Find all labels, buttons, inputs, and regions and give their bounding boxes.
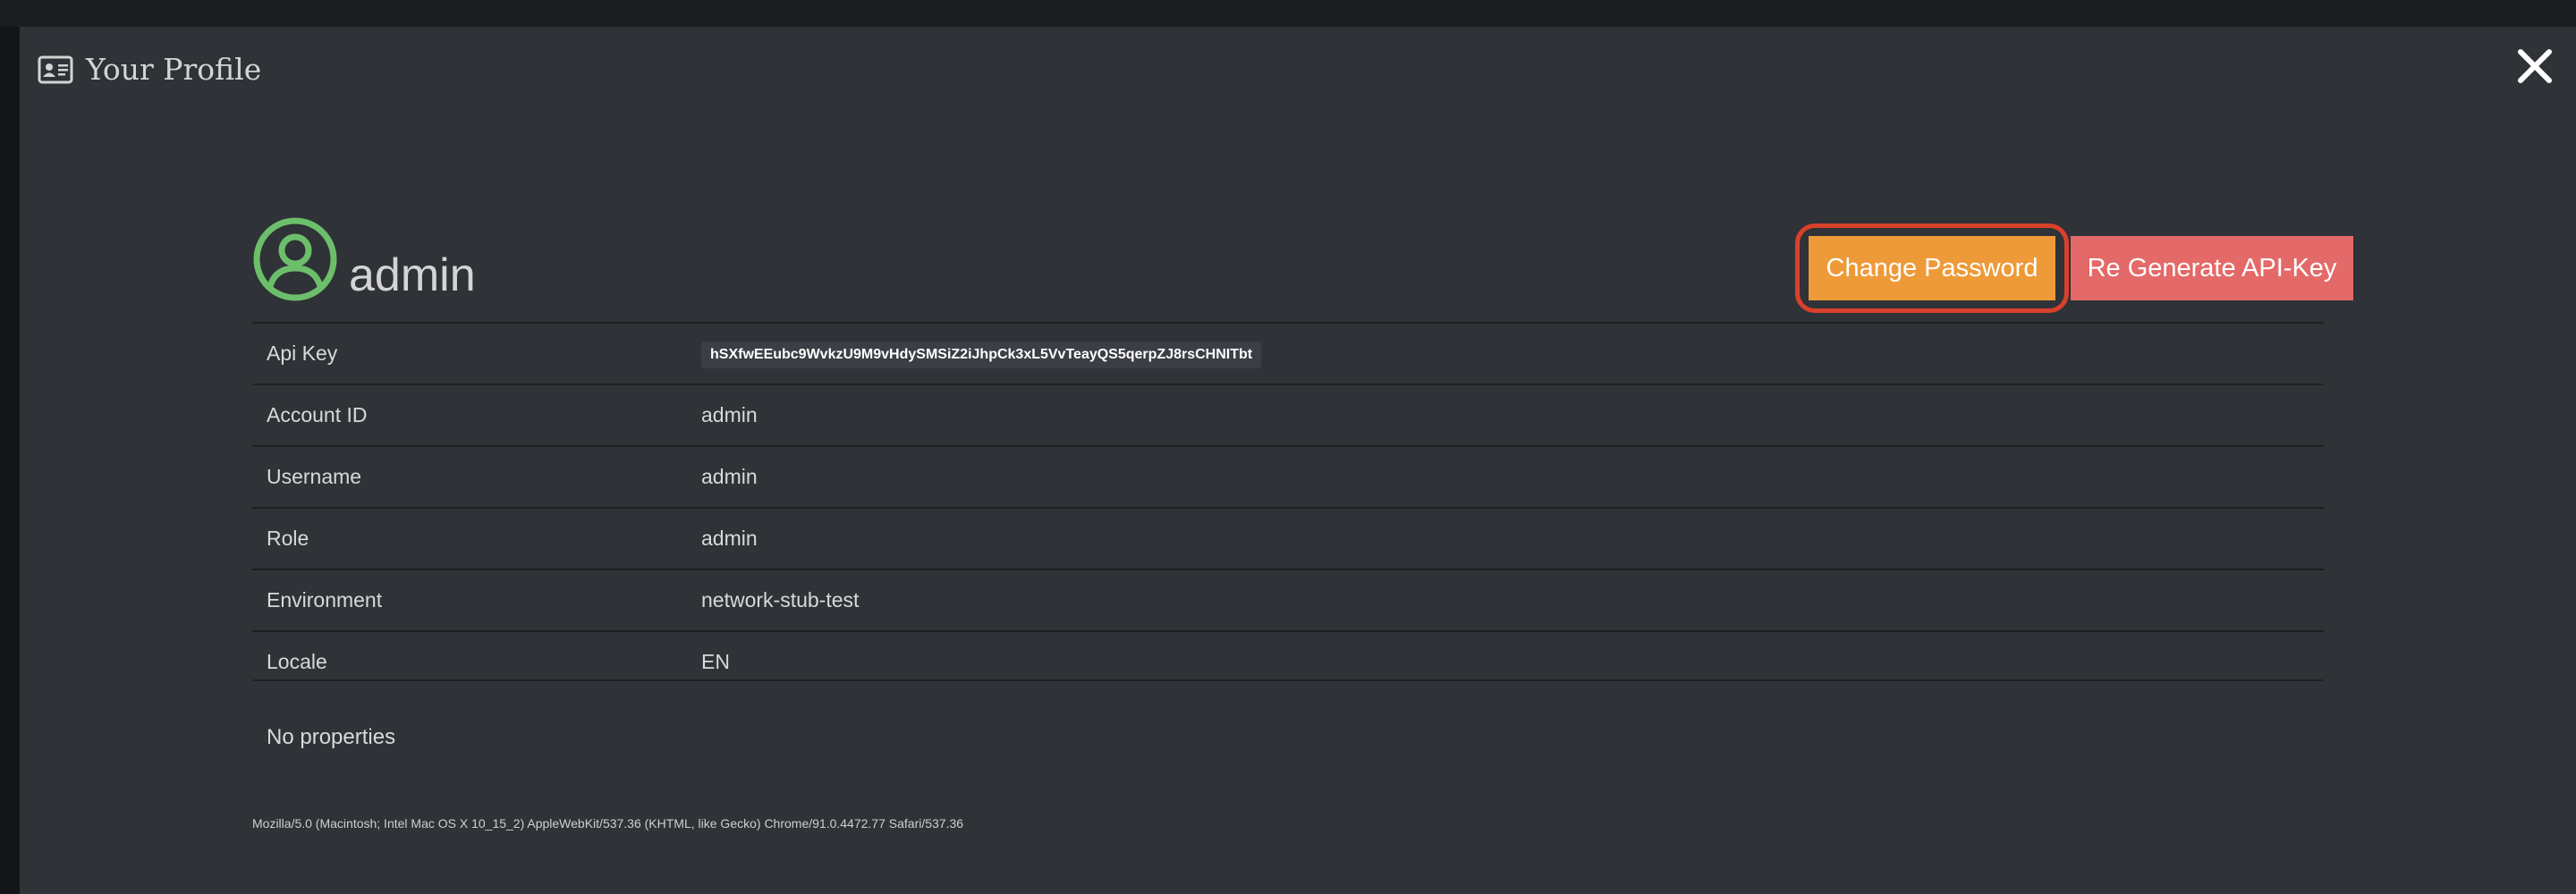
- close-icon[interactable]: [2513, 45, 2556, 88]
- table-row: Role admin: [252, 507, 2324, 569]
- profile-panel: admin Change Password Re Generate API-Ke…: [252, 188, 2353, 692]
- table-row: Account ID admin: [252, 384, 2324, 446]
- profile-header: admin Change Password Re Generate API-Ke…: [252, 188, 2353, 313]
- field-value: hSXfwEEubc9WvkzU9M9vHdySMSiZ2iJhpCk3xL5V…: [700, 322, 2324, 384]
- modal-title-text: Your Profile: [86, 52, 262, 87]
- properties-empty-text: No properties: [267, 725, 396, 749]
- field-label: Api Key: [252, 322, 700, 384]
- field-value: admin: [700, 384, 2324, 446]
- field-label: Role: [252, 507, 700, 569]
- table-row: Locale EN: [252, 630, 2324, 692]
- profile-info-table: Api Key hSXfwEEubc9WvkzU9M9vHdySMSiZ2iJh…: [252, 322, 2324, 692]
- field-value: admin: [700, 445, 2324, 508]
- field-value: EN: [700, 630, 2324, 692]
- table-row: Api Key hSXfwEEubc9WvkzU9M9vHdySMSiZ2iJh…: [252, 322, 2324, 384]
- user-circle-icon: [252, 216, 338, 307]
- change-password-button[interactable]: Change Password: [1809, 236, 2055, 300]
- regenerate-api-key-button[interactable]: Re Generate API-Key: [2071, 236, 2353, 300]
- properties-divider: [252, 679, 2324, 681]
- api-key-value[interactable]: hSXfwEEubc9WvkzU9M9vHdySMSiZ2iJhpCk3xL5V…: [701, 341, 1262, 368]
- id-card-icon: [38, 55, 73, 84]
- modal-title: Your Profile: [38, 52, 261, 87]
- field-label: Environment: [252, 569, 700, 631]
- change-password-highlight: Change Password: [1795, 224, 2069, 313]
- field-value: admin: [700, 507, 2324, 569]
- profile-modal: Your Profile admin Change Password Re Ge…: [20, 27, 2576, 894]
- user-agent-text: Mozilla/5.0 (Macintosh; Intel Mac OS X 1…: [252, 816, 964, 831]
- table-row: Username admin: [252, 445, 2324, 508]
- field-value: network-stub-test: [700, 569, 2324, 631]
- table-row: Environment network-stub-test: [252, 569, 2324, 631]
- close-button[interactable]: [2513, 45, 2556, 88]
- field-label: Account ID: [252, 384, 700, 446]
- profile-actions: Change Password Re Generate API-Key: [1795, 224, 2353, 313]
- profile-username: admin: [349, 249, 476, 301]
- field-label: Username: [252, 445, 700, 508]
- browser-top-strip: [0, 0, 2576, 27]
- field-label: Locale: [252, 630, 700, 692]
